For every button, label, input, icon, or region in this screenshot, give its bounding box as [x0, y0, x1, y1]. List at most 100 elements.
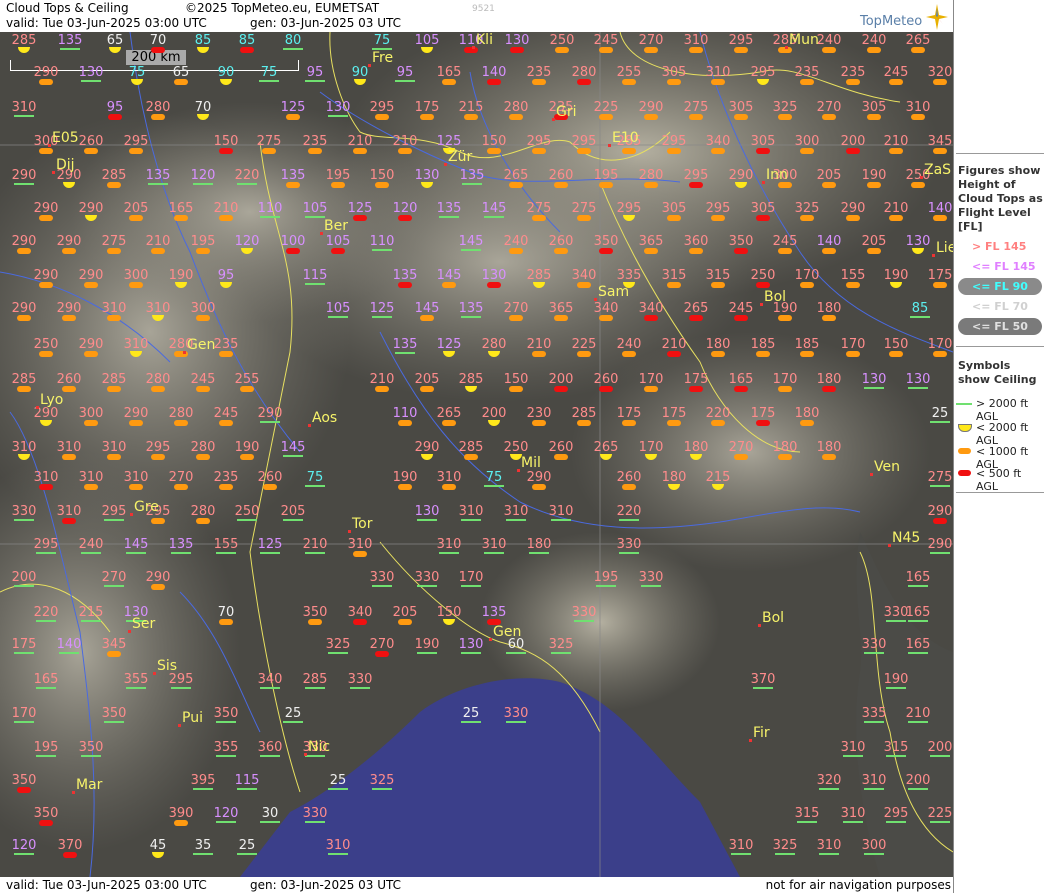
satellite-map[interactable]: 200 km 285 135 65 70 85 85 80 75 105 110 130 250 245… — [0, 32, 953, 877]
cloud-top-value: 310 — [458, 504, 484, 519]
ceiling-red-icon — [375, 651, 389, 657]
ceiling-line-icon — [260, 755, 280, 757]
ceiling-orange-icon — [800, 282, 814, 288]
cloud-top-value: 125 — [369, 301, 395, 316]
ceiling-orange-icon — [174, 215, 188, 221]
ceiling-orange-icon — [17, 248, 31, 254]
ceiling-line-icon — [14, 585, 34, 587]
city-marker — [48, 144, 51, 147]
city-label: Mun — [789, 32, 819, 48]
cloud-top-value: 335 — [861, 706, 887, 721]
ceiling-orange-icon — [911, 114, 925, 120]
cloud-top-value: 315 — [794, 806, 820, 821]
cloud-top-value: 115 — [302, 268, 328, 283]
ceiling-line-icon — [283, 519, 303, 521]
ceiling-orange-icon — [778, 114, 792, 120]
cloud-top-value: 150 — [481, 134, 507, 149]
city-label: Fre — [372, 50, 394, 66]
topmeteo-logo[interactable]: TopMeteo — [860, 4, 950, 30]
cloud-top-value: 225 — [571, 337, 597, 352]
cloud-top-value: 330 — [347, 672, 373, 687]
ceiling-red-icon — [219, 148, 233, 154]
city-label: Gen — [187, 337, 216, 353]
ceiling-orange-icon — [800, 420, 814, 426]
cloud-top-value: 180 — [661, 470, 687, 485]
city-marker — [785, 46, 788, 49]
cloud-top-value: 150 — [883, 337, 909, 352]
ceiling-orange-icon — [554, 248, 568, 254]
fl-legend-label: <= FL 90 — [972, 280, 1028, 293]
cloud-top-value: 25 — [462, 706, 480, 721]
cloud-top-value: 245 — [593, 33, 619, 48]
ceiling-line-icon — [216, 755, 236, 757]
city-marker — [472, 46, 475, 49]
cloud-top-value: 325 — [772, 838, 798, 853]
cloud-top-value: 290 — [78, 268, 104, 283]
cloud-top-value: 270 — [369, 637, 395, 652]
cloud-top-value: 340 — [705, 134, 731, 149]
city-label: Sis — [157, 658, 178, 674]
cloud-top-value: 290 — [145, 570, 171, 585]
cloud-top-value: 310 — [861, 773, 887, 788]
city-marker — [758, 624, 761, 627]
cloud-top-value: 280 — [571, 65, 597, 80]
cloud-top-value: 235 — [213, 470, 239, 485]
ceiling-red-icon — [151, 47, 165, 53]
cloud-top-value: 290 — [11, 168, 37, 183]
cloud-top-value: 140 — [816, 234, 842, 249]
cloud-top-value: 295 — [883, 806, 909, 821]
cloud-top-value: 310 — [101, 440, 127, 455]
cloud-top-value: 310 — [33, 470, 59, 485]
ceiling-red-icon — [667, 351, 681, 357]
ceiling-orange-icon — [509, 182, 523, 188]
header-bar: Cloud Tops & Ceiling ©2025 TopMeteo.eu, … — [0, 0, 953, 32]
cloud-top-value: 65 — [172, 65, 190, 80]
cloud-top-value: 290 — [728, 168, 754, 183]
ceiling-orange-icon — [442, 79, 456, 85]
ceiling-line-icon — [305, 687, 325, 689]
cloud-top-value: 260 — [78, 134, 104, 149]
disclaimer: not for air navigation purposes — [765, 878, 951, 892]
ceiling-orange-icon — [398, 484, 412, 490]
ceiling-line-icon — [484, 216, 504, 218]
cloud-top-value: 275 — [256, 134, 282, 149]
cloud-top-value: 290 — [33, 65, 59, 80]
cloud-top-value: 75 — [485, 470, 503, 485]
cloud-top-value: 285 — [571, 406, 597, 421]
cloud-top-value: 150 — [503, 372, 529, 387]
cloud-top-value: 260 — [56, 372, 82, 387]
city-label: Bol — [764, 289, 787, 305]
ceiling-line-icon — [908, 788, 928, 790]
cloud-top-value: 165 — [436, 65, 462, 80]
ceiling-line-icon — [908, 585, 928, 587]
cloud-top-value: 295 — [526, 134, 552, 149]
ceiling-line-icon — [283, 455, 303, 457]
cloud-top-value: 295 — [616, 201, 642, 216]
cloud-top-value: 170 — [638, 440, 664, 455]
ceiling-orange-icon — [644, 248, 658, 254]
ceiling-red-icon — [689, 182, 703, 188]
cloud-top-value: 345 — [101, 637, 127, 652]
cloud-top-value: 310 — [683, 33, 709, 48]
cloud-top-value: 170 — [840, 337, 866, 352]
ceiling-orange-icon — [933, 215, 947, 221]
ceiling-orange-icon — [800, 215, 814, 221]
gen-time: gen: 03-Jun-2025 03 UTC — [250, 16, 402, 30]
cloud-top-value: 265 — [436, 406, 462, 421]
cloud-top-value: 290 — [78, 201, 104, 216]
ceiling-red-icon — [353, 619, 367, 625]
ceiling-line-icon — [462, 183, 482, 185]
city-marker — [348, 530, 351, 533]
ceiling-red-icon — [644, 315, 658, 321]
ceiling-line-icon — [305, 80, 325, 82]
cloud-top-value: 135 — [392, 337, 418, 352]
cloud-top-value: 210 — [526, 337, 552, 352]
ceiling-red-icon — [554, 386, 568, 392]
ceiling-red-icon — [353, 215, 367, 221]
ceiling-line-icon — [461, 585, 481, 587]
cloud-top-value: 310 — [78, 470, 104, 485]
ceiling-orange-icon — [822, 248, 836, 254]
ceiling-legend-label: < 500 ft AGL — [976, 467, 1022, 493]
ceiling-orange-icon — [464, 454, 478, 460]
ceiling-orange-icon — [39, 215, 53, 221]
